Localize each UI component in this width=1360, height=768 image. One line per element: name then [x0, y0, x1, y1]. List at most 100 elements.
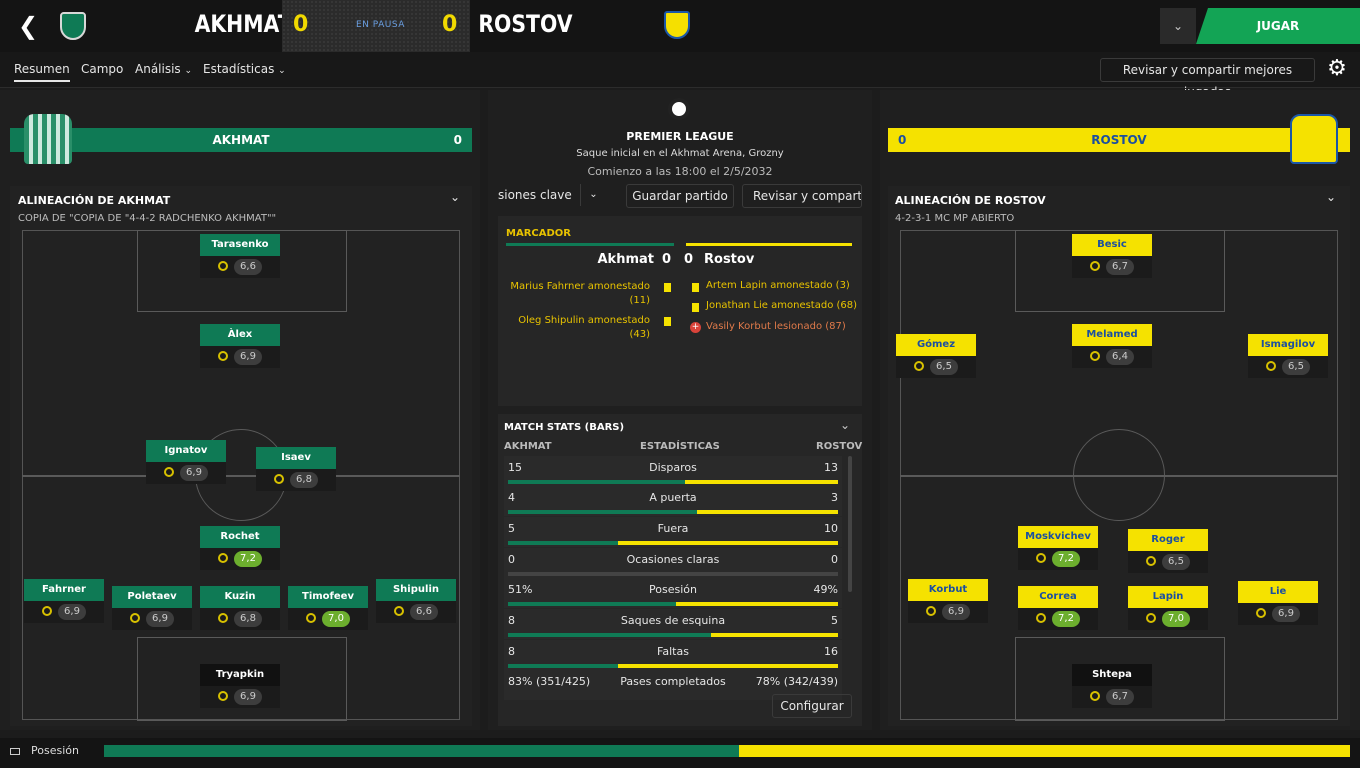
player-card[interactable]: Lapin 7,0	[1128, 586, 1208, 630]
player-card[interactable]: Roger 6,5	[1128, 529, 1208, 573]
form-ring-icon	[218, 613, 229, 623]
key-moments-dropdown[interactable]: siones clave ⌄	[498, 184, 608, 208]
stat-row: 8 Saques de esquina 5	[504, 609, 842, 639]
player-card[interactable]: Correa 7,2	[1018, 586, 1098, 630]
player-card[interactable]: Shtepa 6,7	[1072, 664, 1152, 708]
chevron-down-icon: ⌄	[278, 66, 286, 76]
away-color-strip	[686, 243, 852, 246]
player-card[interactable]: Àlex 6,9	[200, 324, 280, 368]
chevron-down-icon[interactable]: ⌄	[1326, 190, 1336, 204]
stat-bar	[508, 541, 838, 545]
home-color-strip	[506, 243, 674, 246]
play-button[interactable]: JUGAR	[1196, 8, 1360, 44]
away-lineup-title: ALINEACIÓN DE ROSTOV	[895, 194, 1046, 207]
league-name: PREMIER LEAGUE	[626, 130, 734, 143]
away-team-name: ROSTOV	[478, 10, 573, 38]
tab-resumen[interactable]: Resumen	[14, 62, 70, 82]
player-rating-row: 6,5	[1248, 356, 1328, 378]
chevron-down-icon[interactable]: ⌄	[450, 190, 460, 204]
tab-analisis[interactable]: Análisis ⌄	[135, 62, 192, 76]
tab-campo[interactable]: Campo	[81, 62, 123, 76]
player-name: Àlex	[200, 324, 280, 346]
yellow-card-icon	[664, 283, 671, 292]
stat-label: A puerta	[649, 491, 697, 504]
form-ring-icon	[1036, 613, 1047, 623]
stat-row: 4A puerta 3	[504, 486, 842, 516]
stat-away-value: 16	[824, 645, 838, 658]
configure-button[interactable]: Configurar	[772, 694, 852, 718]
away-event: Artem Lapin amonestado (3)	[706, 280, 850, 291]
player-card[interactable]: Melamed 6,4	[1072, 324, 1152, 368]
back-arrow-icon[interactable]: ❮	[14, 12, 42, 40]
player-card[interactable]: Shipulin 6,6	[376, 579, 456, 623]
form-ring-icon	[218, 261, 229, 271]
home-lineup-title: ALINEACIÓN DE AKHMAT	[18, 194, 171, 207]
player-rating-row: 6,5	[896, 356, 976, 378]
player-name: Moskvichev	[1018, 526, 1098, 548]
player-card[interactable]: Korbut 6,9	[908, 579, 988, 623]
player-rating: 6,9	[234, 349, 262, 365]
share-button[interactable]: Revisar y compartir r	[742, 184, 862, 208]
player-rating-row: 6,7	[1072, 256, 1152, 278]
form-ring-icon	[926, 606, 937, 616]
player-rating: 7,2	[1052, 551, 1080, 567]
form-ring-icon	[306, 613, 317, 623]
stats-scrollbar[interactable]	[848, 456, 852, 592]
player-name: Kuzin	[200, 586, 280, 608]
player-name: Tarasenko	[200, 234, 280, 256]
player-card[interactable]: Poletaev 6,9	[112, 586, 192, 630]
player-card[interactable]: Moskvichev 7,2	[1018, 526, 1098, 570]
chevron-down-icon[interactable]: ⌄	[1160, 8, 1196, 44]
stats-col-mid: ESTADÍSTICAS	[640, 441, 720, 452]
stat-away-value: 3	[831, 491, 838, 504]
injury-icon: +	[690, 322, 701, 333]
player-rating-row: 6,7	[1072, 686, 1152, 708]
stat-bar	[508, 510, 838, 514]
player-card[interactable]: Rochet 7,2	[200, 526, 280, 570]
tab-estadisticas[interactable]: Estadísticas ⌄	[203, 62, 286, 76]
gear-icon[interactable]: ⚙	[1324, 56, 1350, 82]
chevron-down-icon: ⌄	[184, 66, 193, 76]
match-status: EN PAUSA	[356, 20, 405, 30]
tab-label: Estadísticas	[203, 62, 275, 76]
review-highlights-button[interactable]: Revisar y compartir mejores jugadas	[1100, 58, 1315, 99]
player-name: Lie	[1238, 581, 1318, 603]
player-card[interactable]: Fahrner 6,9	[24, 579, 104, 623]
chevron-down-icon[interactable]: ⌄	[840, 418, 850, 432]
player-rating-row: 6,9	[200, 346, 280, 368]
player-rating: 6,5	[1162, 554, 1190, 570]
player-rating: 6,4	[1106, 349, 1134, 365]
home-score: 0	[293, 12, 309, 37]
stat-bar	[508, 480, 838, 484]
player-rating-row: 6,8	[200, 608, 280, 630]
player-card[interactable]: Tarasenko 6,6	[200, 234, 280, 278]
away-pitch	[900, 230, 1338, 721]
possession-icon	[10, 748, 20, 755]
scoreboard-away-score: 0	[684, 252, 694, 267]
player-card[interactable]: Ismagilov 6,5	[1248, 334, 1328, 378]
form-ring-icon	[1036, 553, 1047, 563]
stat-bar-away	[684, 480, 838, 484]
player-card[interactable]: Isaev 6,8	[256, 447, 336, 491]
player-card[interactable]: Timofeev 7,0	[288, 586, 368, 630]
player-card[interactable]: Lie 6,9	[1238, 581, 1318, 625]
yellow-card-icon	[664, 317, 671, 326]
save-match-button[interactable]: Guardar partido	[626, 184, 734, 208]
player-rating: 6,9	[942, 604, 970, 620]
player-rating: 6,9	[146, 611, 174, 627]
player-card[interactable]: Kuzin 6,8	[200, 586, 280, 630]
player-card[interactable]: Besic 6,7	[1072, 234, 1152, 278]
stat-away-value: 13	[824, 461, 838, 474]
key-moments-label: siones clave	[498, 188, 572, 202]
stats-col-away: ROSTOV	[816, 441, 863, 452]
player-card[interactable]: Tryapkin 6,9	[200, 664, 280, 708]
stat-bar-away	[711, 633, 838, 637]
player-card[interactable]: Gómez 6,5	[896, 334, 976, 378]
player-rating-row: 6,6	[376, 601, 456, 623]
form-ring-icon	[1256, 608, 1267, 618]
form-ring-icon	[164, 467, 175, 477]
player-card[interactable]: Ignatov 6,9	[146, 440, 226, 484]
tab-label: Análisis	[135, 62, 181, 76]
stat-bar	[508, 664, 838, 668]
stat-bar-home	[508, 480, 685, 484]
